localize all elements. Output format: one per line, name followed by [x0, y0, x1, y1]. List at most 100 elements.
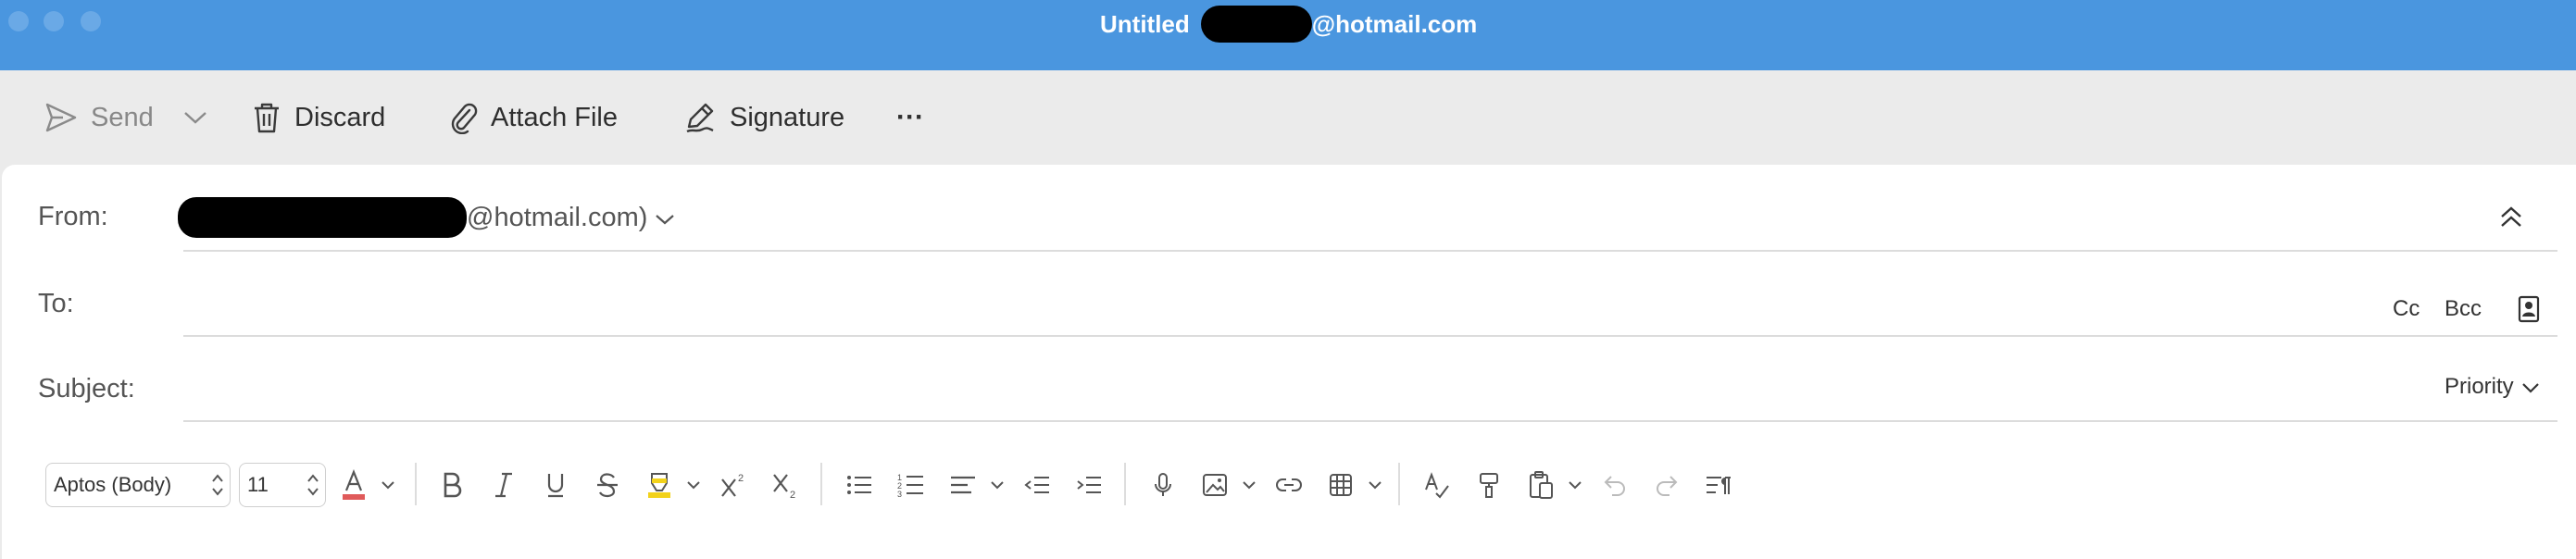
attach-file-button[interactable]: Attach File [450, 70, 618, 165]
subscript-icon: 2 [771, 471, 799, 499]
contact-card-icon [2517, 294, 2541, 330]
bold-button[interactable] [433, 463, 470, 507]
window-title: Untitled @hotmail.com [1100, 6, 1478, 43]
signature-pen-icon [683, 101, 717, 134]
minimize-window-button[interactable] [44, 11, 64, 31]
address-book-button[interactable] [2517, 294, 2541, 330]
to-label: To: [38, 289, 74, 318]
signature-button[interactable]: Signature [683, 70, 844, 165]
close-window-button[interactable] [8, 11, 29, 31]
send-options-button[interactable] [183, 70, 207, 165]
svg-text:3: 3 [897, 490, 902, 498]
underline-icon [544, 471, 567, 499]
from-divider [183, 250, 2557, 252]
bcc-button[interactable]: Bcc [2445, 296, 2482, 322]
chevron-down-icon [1368, 480, 1382, 490]
more-options-button[interactable]: ··· [896, 70, 924, 165]
send-button[interactable]: Send [44, 70, 154, 165]
signature-label: Signature [730, 102, 845, 132]
attach-file-label: Attach File [491, 102, 618, 132]
highlight-button[interactable] [641, 463, 678, 507]
discard-button[interactable]: Discard [252, 70, 385, 165]
cc-button[interactable]: Cc [2393, 296, 2420, 322]
table-dropdown[interactable] [1363, 463, 1387, 507]
strikethrough-icon [595, 471, 619, 499]
zoom-window-button[interactable] [81, 11, 101, 31]
send-icon [44, 102, 78, 133]
insert-table-button[interactable] [1322, 463, 1359, 507]
italic-icon [493, 471, 515, 499]
chevron-down-icon [1242, 480, 1257, 490]
font-color-button[interactable] [335, 463, 372, 507]
format-painter-button[interactable] [1470, 463, 1507, 507]
font-size-value: 11 [247, 473, 269, 496]
window-title-suffix: @hotmail.com [1311, 9, 1478, 38]
chevron-down-icon [686, 480, 701, 490]
font-family-select[interactable]: Aptos (Body) [45, 463, 231, 507]
paste-button[interactable] [1522, 463, 1559, 507]
collapse-header-button[interactable] [2498, 204, 2524, 236]
title-bar: Untitled @hotmail.com [0, 0, 2576, 70]
editor-button[interactable] [1419, 463, 1456, 507]
insert-picture-button[interactable] [1196, 463, 1233, 507]
microphone-icon [1152, 471, 1174, 499]
italic-button[interactable] [485, 463, 522, 507]
align-dropdown[interactable] [985, 463, 1009, 507]
redacted-account-name [178, 197, 467, 238]
decrease-indent-icon [1023, 474, 1051, 496]
chevron-down-icon [381, 480, 395, 490]
dictate-button[interactable] [1144, 463, 1182, 507]
to-input[interactable] [183, 283, 2369, 324]
bullet-list-button[interactable] [841, 463, 878, 507]
undo-button[interactable] [1596, 463, 1633, 507]
bullet-list-icon [845, 473, 873, 497]
from-selector[interactable]: @hotmail.com) [178, 196, 675, 239]
subscript-button[interactable]: 2 [767, 463, 804, 507]
subject-divider [183, 420, 2557, 422]
clipboard-icon [1528, 470, 1554, 500]
paperclip-icon [450, 101, 478, 134]
toolbar-separator [1398, 463, 1400, 505]
align-button[interactable] [944, 463, 982, 507]
chevron-down-icon [990, 480, 1005, 490]
increase-indent-button[interactable] [1070, 463, 1107, 507]
show-formatting-button[interactable] [1700, 463, 1737, 507]
font-color-dropdown[interactable] [376, 463, 400, 507]
table-icon [1328, 472, 1354, 498]
strikethrough-button[interactable] [589, 463, 626, 507]
from-label: From: [38, 202, 108, 231]
send-label: Send [91, 102, 154, 132]
numbered-list-icon: 123 [897, 472, 925, 498]
paste-dropdown[interactable] [1563, 463, 1587, 507]
chevron-down-icon [655, 203, 675, 233]
redo-button[interactable] [1648, 463, 1685, 507]
align-icon [949, 474, 977, 496]
superscript-button[interactable]: 2 [715, 463, 752, 507]
decrease-indent-button[interactable] [1019, 463, 1056, 507]
editor-icon [1423, 471, 1451, 499]
link-icon [1275, 476, 1303, 494]
compose-card: From: @hotmail.com) To: Cc Bcc Subject: … [2, 165, 2576, 559]
bold-icon [441, 471, 463, 499]
redacted-email-block [1200, 6, 1312, 43]
discard-label: Discard [294, 102, 386, 132]
chevron-down-icon [183, 110, 207, 125]
increase-indent-icon [1075, 474, 1103, 496]
chevron-down-icon [1568, 480, 1582, 490]
from-account-value: @hotmail.com) [467, 202, 648, 232]
undo-icon [1603, 473, 1627, 497]
font-size-select[interactable]: 11 [239, 463, 326, 507]
svg-text:2: 2 [790, 490, 795, 499]
insert-link-button[interactable] [1270, 463, 1307, 507]
svg-text:2: 2 [738, 473, 744, 484]
font-family-value: Aptos (Body) [54, 473, 172, 496]
priority-label: Priority [2445, 374, 2514, 399]
numbered-list-button[interactable]: 123 [893, 463, 930, 507]
priority-dropdown[interactable]: Priority [2445, 374, 2540, 400]
compose-toolbar: Send Discard Attach File Signature ··· [0, 70, 2576, 165]
picture-dropdown[interactable] [1237, 463, 1261, 507]
highlight-dropdown[interactable] [682, 463, 706, 507]
subject-input[interactable] [183, 368, 2369, 409]
subject-label: Subject: [38, 374, 135, 404]
underline-button[interactable] [537, 463, 574, 507]
